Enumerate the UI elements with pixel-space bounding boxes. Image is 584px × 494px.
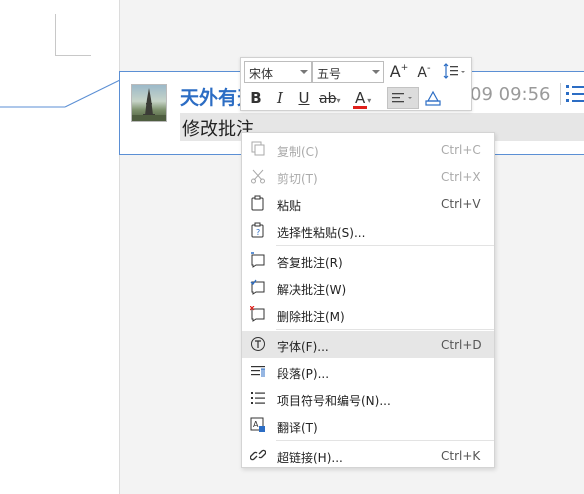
paste-special-icon: ? — [251, 222, 264, 238]
eraser-button[interactable] — [422, 87, 444, 109]
font-name-value: 宋体 — [249, 67, 274, 81]
menu-item-shortcut: Ctrl+C — [441, 143, 481, 157]
menu-item-label: 超链接(H)... — [277, 451, 343, 465]
comment-options-icon[interactable] — [565, 82, 584, 108]
paragraph-icon — [251, 366, 265, 377]
menu-separator — [276, 440, 494, 441]
menu-item-label: 选择性粘贴(S)... — [277, 226, 366, 240]
menu-item-shortcut: Ctrl+X — [441, 170, 481, 184]
menu-item-delete-comment[interactable]: 删除批注(M) — [242, 301, 494, 328]
underline-button[interactable]: U — [293, 87, 315, 109]
bullets-icon — [251, 392, 265, 404]
font-color-button[interactable]: A ▾ — [353, 87, 383, 109]
context-menu: 复制(C) Ctrl+C 剪切(T) Ctrl+X 粘贴 Ctrl+V ? 选择… — [241, 132, 495, 468]
italic-icon: I — [277, 89, 283, 107]
paste-icon — [251, 195, 264, 211]
menu-separator — [276, 329, 494, 330]
menu-separator — [276, 245, 494, 246]
menu-item-label: 项目符号和编号(N)... — [277, 394, 391, 408]
svg-text:A: A — [253, 420, 259, 429]
menu-item-label: 粘贴 — [277, 199, 302, 213]
menu-item-hyperlink[interactable]: 超链接(H)... Ctrl+K — [242, 442, 494, 469]
svg-text:?: ? — [256, 228, 260, 237]
scissors-icon — [251, 169, 265, 184]
menu-item-resolve-comment[interactable]: 解决批注(W) — [242, 274, 494, 301]
comment-connector-line — [0, 79, 121, 108]
menu-item-label: 复制(C) — [277, 145, 319, 159]
delete-comment-icon — [250, 306, 265, 322]
menu-item-font[interactable]: 字体(F)... Ctrl+D — [242, 331, 494, 358]
shrink-font-button[interactable]: A- — [413, 61, 435, 83]
font-name-select[interactable]: 宋体 — [244, 61, 312, 83]
avatar[interactable] — [131, 84, 167, 122]
copy-icon — [251, 141, 265, 156]
font-color-icon: A — [353, 89, 368, 109]
eraser-icon — [425, 90, 441, 106]
bold-icon: B — [250, 89, 262, 107]
mini-format-toolbar: 宋体 五号 A+ A- B I U ab▾ A ▾ — [240, 57, 472, 111]
menu-item-label: 答复批注(R) — [277, 256, 343, 270]
menu-item-label: 字体(F)... — [277, 340, 329, 354]
menu-item-paste[interactable]: 粘贴 Ctrl+V — [242, 190, 494, 217]
menu-item-label: 翻译(T) — [277, 421, 318, 435]
line-spacing-button[interactable] — [440, 61, 468, 83]
align-left-icon — [392, 93, 412, 103]
font-size-select[interactable]: 五号 — [312, 61, 384, 83]
italic-button[interactable]: I — [269, 87, 291, 109]
bold-button[interactable]: B — [245, 87, 267, 109]
reply-comment-icon — [251, 252, 265, 268]
strikethrough-icon: ab — [319, 91, 337, 107]
menu-item-cut[interactable]: 剪切(T) Ctrl+X — [242, 163, 494, 190]
chevron-down-icon — [300, 70, 308, 74]
grow-font-button[interactable]: A+ — [388, 61, 410, 83]
menu-item-label: 段落(P)... — [277, 367, 330, 381]
comment-time: 09 09:56 — [470, 84, 551, 105]
menu-item-label: 删除批注(M) — [277, 310, 345, 324]
menu-item-paste-special[interactable]: ? 选择性粘贴(S)... — [242, 217, 494, 244]
shrink-font-icon: A — [417, 65, 427, 81]
font-icon — [251, 337, 265, 351]
font-size-value: 五号 — [317, 67, 342, 81]
menu-item-label: 解决批注(W) — [277, 283, 347, 297]
line-spacing-icon — [443, 63, 465, 79]
translate-icon: A — [250, 417, 265, 432]
strikethrough-button[interactable]: ab▾ — [319, 87, 349, 109]
menu-item-reply-comment[interactable]: 答复批注(R) — [242, 247, 494, 274]
menu-item-shortcut: Ctrl+V — [441, 197, 481, 211]
menu-item-shortcut: Ctrl+D — [441, 338, 482, 352]
card-divider — [560, 83, 561, 105]
menu-item-shortcut: Ctrl+K — [441, 449, 481, 463]
menu-item-copy[interactable]: 复制(C) Ctrl+C — [242, 136, 494, 163]
menu-item-label: 剪切(T) — [277, 172, 318, 186]
underline-icon: U — [298, 89, 310, 107]
align-button[interactable] — [387, 87, 419, 109]
hyperlink-icon — [250, 449, 266, 461]
resolve-comment-icon — [250, 279, 265, 295]
menu-item-bullets[interactable]: 项目符号和编号(N)... — [242, 385, 494, 412]
menu-item-paragraph[interactable]: 段落(P)... — [242, 358, 494, 385]
chevron-down-icon — [372, 70, 380, 74]
grow-font-icon: A — [389, 62, 401, 81]
menu-item-translate[interactable]: A 翻译(T) — [242, 412, 494, 439]
